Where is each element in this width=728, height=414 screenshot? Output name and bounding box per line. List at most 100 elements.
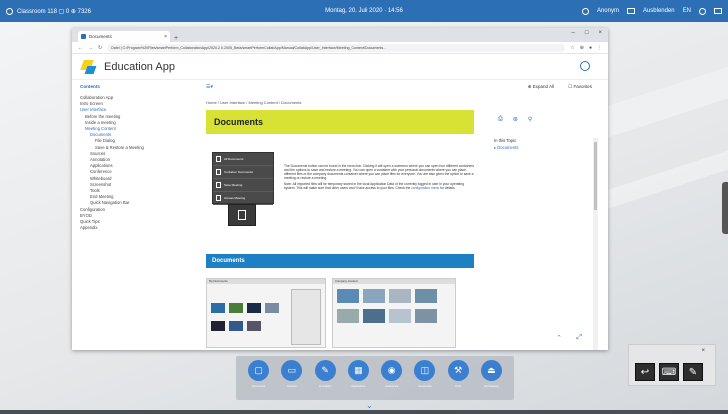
sidebar-item-label: Intro Screen	[80, 101, 103, 107]
sidebar-item-label: Annotation	[90, 157, 111, 163]
vertical-scrollbar[interactable]	[593, 138, 598, 350]
maximize-icon[interactable]: □	[585, 30, 589, 36]
dock-icon: ▭	[281, 360, 303, 381]
annotate-icon[interactable]: ✎	[683, 363, 703, 381]
dock-label: Sources	[287, 385, 297, 388]
location-icon	[6, 7, 13, 15]
close-icon[interactable]: ×	[701, 348, 705, 354]
dock-label: Applications	[351, 385, 366, 388]
dock-button-applications[interactable]: ▦ Applications	[347, 360, 369, 388]
search-icon[interactable]	[580, 61, 590, 71]
dock-button-tools[interactable]: ⚒ Tools	[447, 360, 469, 388]
dock-button-sources[interactable]: ▭ Sources	[281, 360, 303, 388]
reload-icon[interactable]: ↻	[98, 45, 102, 51]
profile-icon[interactable]: ●	[589, 45, 592, 51]
dock-button-conference[interactable]: ◉ Conference	[381, 360, 403, 388]
side-panel-handle[interactable]	[722, 182, 728, 234]
dock-button-screenshot[interactable]: ◫ Screenshot	[414, 360, 436, 388]
sidebar-item-label: Quick Tips	[80, 219, 100, 225]
sidebar-item-label: Meeting Content	[85, 126, 116, 132]
bookmark-icon[interactable]: ☆	[570, 45, 574, 51]
user-icon[interactable]	[581, 7, 589, 15]
topbar-language[interactable]: EN	[683, 8, 691, 14]
toolbar: ☰▾ ⊕ Expand All ☐ Favorites	[206, 84, 594, 92]
expand-all-button[interactable]: ⊕ Expand All	[528, 84, 554, 90]
dock-label: Annotation	[318, 385, 332, 388]
dock-icon: ▢	[248, 360, 270, 381]
keyboard-icon[interactable]: ⌨	[659, 363, 679, 381]
thumbnail	[229, 303, 243, 313]
app-header: Education App	[72, 54, 608, 80]
close-icon[interactable]: ×	[598, 30, 602, 36]
thumbnail	[363, 289, 385, 303]
in-this-topic-link-label: Documents	[497, 145, 519, 150]
sidebar-item-label: Save & Restore a Meeting	[95, 144, 144, 150]
sidebar-item-label: Whiteboard	[90, 175, 112, 181]
in-this-topic-link[interactable]: ▸ Documents	[494, 145, 518, 150]
menu-illustration-label: Save Meeting	[224, 183, 243, 187]
sidebar-item[interactable]: Appendix	[80, 225, 182, 231]
browser-tab[interactable]: Documents ×	[78, 31, 170, 42]
window-icon[interactable]	[714, 8, 722, 14]
floating-widget: × ↩ ⌨ ✎	[628, 344, 716, 386]
dock-label: Documents	[252, 385, 266, 388]
sidebar-item-label: Documents	[90, 132, 112, 138]
forward-icon[interactable]: →	[88, 45, 93, 51]
sidebar-item-label: Applications	[90, 163, 113, 169]
page-title: Documents	[206, 110, 474, 134]
menu-icon[interactable]: ⋮	[597, 45, 602, 51]
browser-tab-bar: Documents × + – □ ×	[72, 28, 608, 42]
hide-icon[interactable]	[626, 8, 635, 14]
back-icon[interactable]: ↩	[635, 363, 655, 381]
thumbnail	[415, 309, 437, 323]
scrollbar-thumb[interactable]	[594, 142, 597, 210]
scroll-top-icon[interactable]: ⌃	[556, 334, 562, 342]
page-content: Contents Collaboration App Intro Screen Us…	[72, 80, 608, 350]
menu-illustration-row: Save Meeting	[213, 179, 273, 192]
configuration-link[interactable]: configuration menu	[411, 186, 439, 190]
dock-icon: ✎	[314, 360, 336, 381]
topbar-anonym[interactable]: Anonym	[597, 8, 619, 14]
back-icon[interactable]: ←	[78, 45, 83, 51]
dock-icon: ⚒	[447, 360, 469, 381]
share-icon[interactable]: ⊛	[513, 116, 518, 123]
sidebar-item-label: Appendix	[80, 225, 98, 231]
toc-toggle-icon[interactable]: ☰▾	[206, 84, 213, 90]
dock-button-annotation[interactable]: ✎ Annotation	[314, 360, 336, 388]
thumbnail	[211, 303, 225, 313]
sidebar-item-label: Quick Navigation Bar	[90, 200, 130, 206]
dock-icon: ◉	[381, 360, 403, 381]
sidebar-item-label: Conference	[90, 169, 112, 175]
minimize-icon[interactable]: –	[572, 30, 575, 36]
thumbnail	[265, 303, 279, 313]
settings-icon[interactable]	[699, 7, 706, 15]
url-field[interactable]: Datei | C:/Program%20Files/smartPerform_…	[107, 43, 566, 52]
thumbnail	[337, 309, 359, 323]
pin-icon[interactable]: ⚲	[528, 116, 532, 123]
dock-collapse-icon[interactable]: ⌄	[366, 401, 373, 410]
section-heading: Documents	[206, 254, 474, 268]
topbar-room-text: Classroom 118 ▢ 0 ⊕ 7326	[17, 8, 91, 15]
screenshot-title: My Documents	[207, 279, 325, 284]
sidebar-item-label: Inside a meeting	[85, 119, 116, 125]
thumbnail	[415, 289, 437, 303]
sidebar-item-label: Sources	[90, 150, 106, 156]
close-tab-icon[interactable]: ×	[164, 34, 167, 40]
topbar-hide[interactable]: Ausblenden	[643, 8, 675, 14]
extensions-icon[interactable]: ⊕	[580, 45, 584, 51]
favorites-button[interactable]: ☐ Favorites	[568, 84, 592, 90]
fullscreen-icon[interactable]: ⤢	[576, 334, 582, 342]
dock-button-end-meeting[interactable]: ⏏ End Meeting	[480, 360, 502, 388]
expand-all-label: Expand All	[532, 84, 554, 89]
address-bar-row: ← → ↻ Datei | C:/Program%20Files/smartPe…	[72, 42, 608, 54]
favicon-icon	[81, 34, 86, 39]
window-controls: – □ ×	[572, 30, 602, 36]
body-paragraph: The Documents button can be found in the…	[284, 164, 474, 181]
menu-illustration-row: All Documents	[213, 153, 273, 166]
sidebar-item-label: Configuration	[80, 206, 105, 212]
in-this-topic-heading: In this Topic	[494, 138, 517, 143]
dock-button-documents[interactable]: ▢ Documents	[248, 360, 270, 388]
print-icon[interactable]: ⎙	[498, 116, 503, 123]
new-tab-icon[interactable]: +	[174, 35, 178, 42]
thumbnail	[389, 289, 411, 303]
